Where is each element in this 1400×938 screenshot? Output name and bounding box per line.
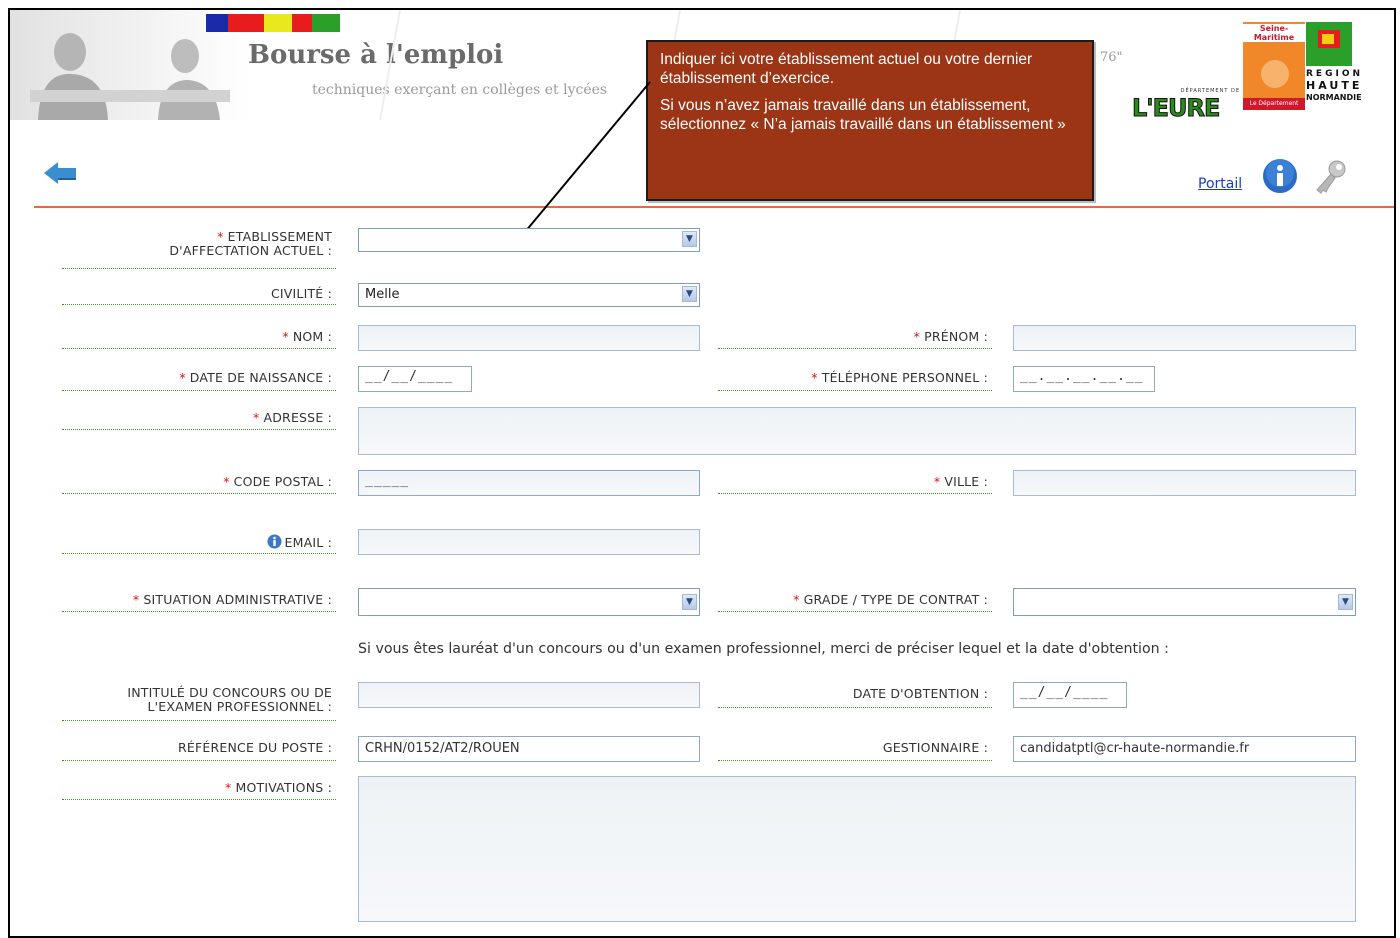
- label-underline: [718, 611, 992, 612]
- header-divider: [34, 206, 1394, 208]
- label-underline: [62, 429, 336, 430]
- color-block-green: [312, 14, 340, 32]
- label-underline: [718, 707, 992, 708]
- situation-select[interactable]: ▼: [358, 588, 700, 616]
- label-underline: [62, 268, 336, 269]
- info-icon[interactable]: [1262, 158, 1298, 194]
- label-reference: RÉFÉRENCE DU POSTE :: [178, 740, 332, 755]
- label-underline: [62, 553, 336, 554]
- color-block-yellow: [264, 14, 292, 32]
- prenom-input[interactable]: [1013, 325, 1356, 351]
- label-underline: [62, 493, 336, 494]
- intitule-input[interactable]: [358, 682, 700, 708]
- label-nom: * NOM :: [282, 329, 332, 344]
- chevron-down-icon: ▼: [1338, 594, 1353, 610]
- gestionnaire-input[interactable]: candidatptl@cr-haute-normandie.fr: [1013, 736, 1356, 762]
- callout-text-2: Si vous n’avez jamais travaillé dans un …: [660, 97, 1066, 133]
- label-underline: [62, 348, 336, 349]
- date-obtention-input[interactable]: __/__/____: [1013, 682, 1127, 708]
- color-block-blue: [206, 14, 228, 32]
- label-underline: [62, 799, 336, 800]
- grade-select[interactable]: ▼: [1013, 588, 1356, 616]
- label-motivations: * MOTIVATIONS :: [225, 780, 332, 795]
- label-etablissement: * ETABLISSEMENT D'AFFECTATION ACTUEL :: [169, 229, 332, 258]
- region-logo-flag: [1306, 22, 1352, 66]
- label-civilite: CIVILITÉ :: [270, 286, 332, 301]
- chevron-down-icon: ▼: [682, 286, 697, 302]
- civilite-select[interactable]: Melle ▼: [358, 283, 700, 307]
- label-underline: [62, 304, 336, 305]
- label-underline: [62, 760, 336, 761]
- color-block-red-2: [292, 14, 312, 32]
- portal-link[interactable]: Portail: [1198, 176, 1242, 192]
- code-postal-input[interactable]: _____: [358, 470, 700, 496]
- label-ville: * VILLE :: [933, 474, 988, 489]
- reference-input[interactable]: CRHN/0152/AT2/ROUEN: [358, 736, 700, 762]
- eure-logo: DÉPARTEMENT DE L'EURE: [1131, 88, 1240, 123]
- region-logo-text: REGION HAUTE NORMANDIE: [1306, 69, 1363, 102]
- label-underline: [718, 390, 992, 391]
- chevron-down-icon: ▼: [682, 594, 697, 610]
- header-faded-reference: 76": [1100, 50, 1123, 65]
- motivations-textarea[interactable]: [358, 776, 1356, 922]
- label-grade: * GRADE / TYPE DE CONTRAT :: [793, 592, 988, 607]
- concours-note: Si vous êtes lauréat d'un concours ou d'…: [358, 641, 1169, 657]
- label-underline: [718, 493, 992, 494]
- callout-text-1: Indiquer ici votre établissement actuel …: [660, 51, 1033, 87]
- label-underline: [718, 348, 992, 349]
- help-callout: Indiquer ici votre établissement actuel …: [646, 40, 1094, 201]
- label-adresse: * ADRESSE :: [253, 410, 332, 425]
- date-naissance-input[interactable]: __/__/____: [358, 366, 472, 392]
- label-underline: [718, 760, 992, 761]
- etablissement-select[interactable]: ▼: [358, 228, 700, 252]
- label-situation: * SITUATION ADMINISTRATIVE :: [132, 592, 332, 607]
- label-prenom: * PRÉNOM :: [913, 329, 988, 344]
- label-underline: [62, 720, 336, 721]
- color-block-red: [228, 14, 264, 32]
- info-icon[interactable]: [267, 534, 282, 549]
- ville-input[interactable]: [1013, 470, 1356, 496]
- email-input[interactable]: [358, 529, 700, 555]
- label-code-postal: * CODE POSTAL :: [223, 474, 332, 489]
- label-intitule: INTITULÉ DU CONCOURS OU DE L'EXAMEN PROF…: [127, 685, 332, 714]
- label-underline: [62, 611, 336, 612]
- label-email: EMAIL :: [62, 534, 332, 550]
- nom-input[interactable]: [358, 325, 700, 351]
- back-arrow-icon[interactable]: [42, 160, 78, 186]
- label-gestionnaire: GESTIONNAIRE :: [882, 740, 988, 755]
- seine-maritime-logo: Seine-Maritime Le Département: [1243, 22, 1305, 110]
- telephone-input[interactable]: __.__.__.__.__: [1013, 366, 1155, 392]
- chevron-down-icon: ▼: [682, 231, 697, 247]
- key-icon[interactable]: [1313, 158, 1349, 194]
- label-telephone: * TÉLÉPHONE PERSONNEL :: [811, 370, 988, 385]
- label-date-naissance: * DATE DE NAISSANCE :: [179, 370, 332, 385]
- label-date-obtention: DATE D'OBTENTION :: [852, 686, 988, 701]
- adresse-textarea[interactable]: [358, 407, 1356, 455]
- label-underline: [62, 390, 336, 391]
- page-frame: Bourse à l'emploi techniques exerçant en…: [8, 8, 1396, 938]
- callout-arrow: [514, 81, 651, 246]
